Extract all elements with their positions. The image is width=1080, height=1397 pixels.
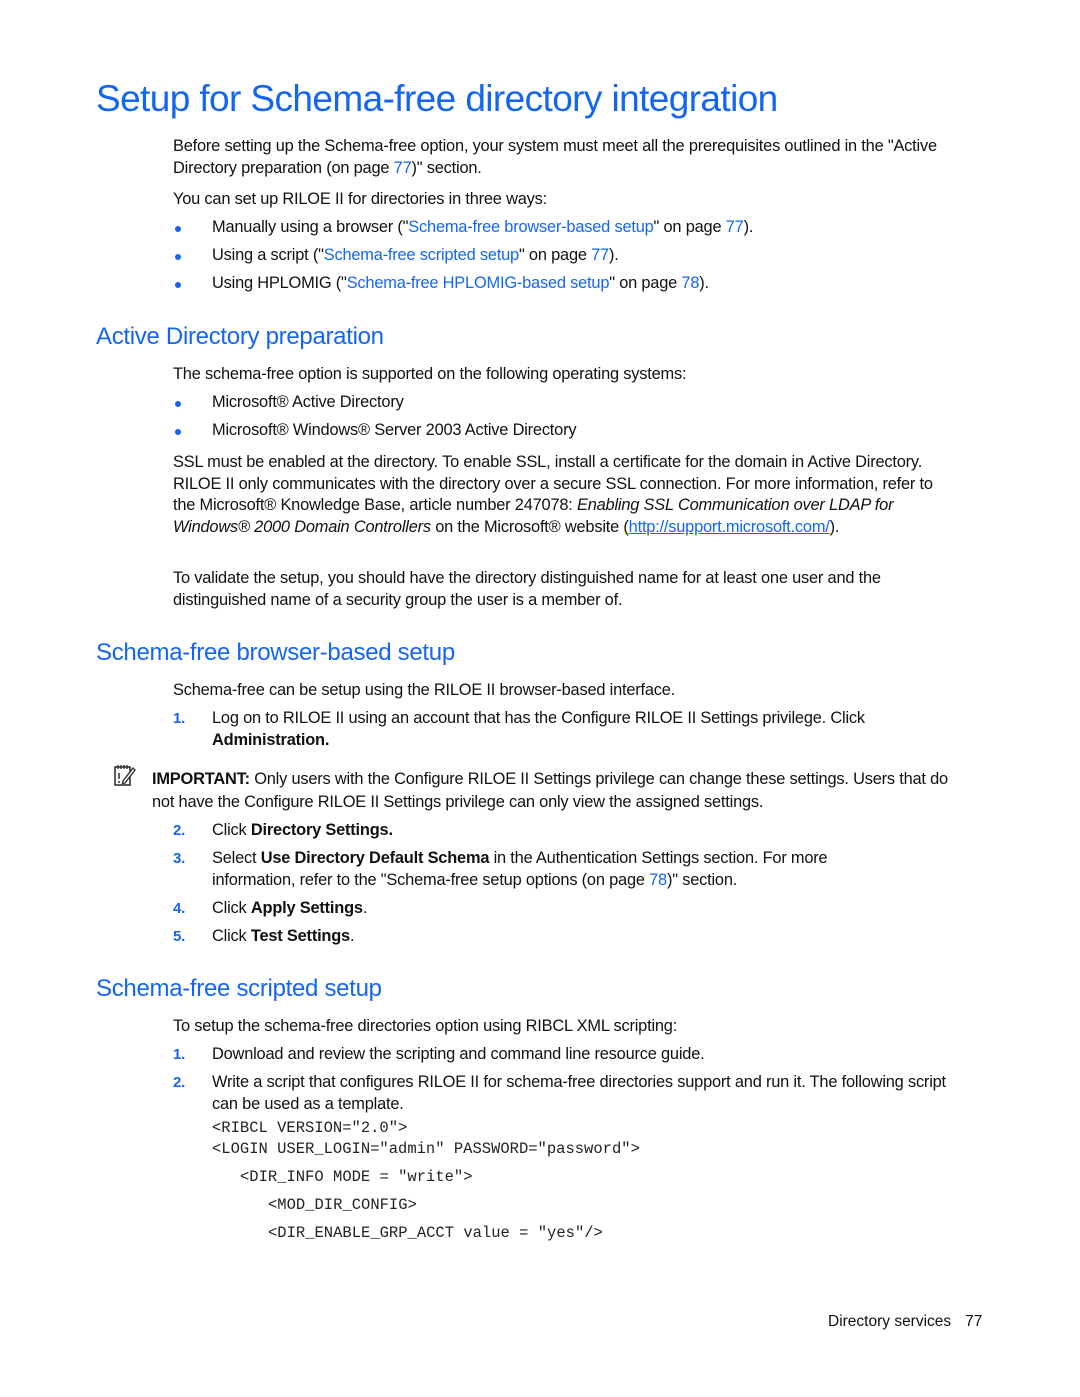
step-text: Click	[212, 927, 251, 945]
step-number: 3.	[173, 850, 186, 867]
cross-reference-link[interactable]: Schema-free HPLOMIG-based setup	[347, 274, 610, 292]
item-text: " on page	[518, 246, 592, 264]
ui-term: Administration.	[212, 730, 330, 749]
code-line: <RIBCL VERSION="2.0">	[212, 1119, 408, 1137]
step-text: )" section.	[666, 870, 738, 889]
page-link[interactable]: 77	[591, 246, 609, 264]
step-text: Click	[212, 821, 251, 839]
item-text: ).	[608, 246, 619, 264]
step-text: Select	[212, 849, 261, 867]
step-text: Log on to RILOE II using an account that…	[212, 709, 865, 727]
ui-term: Use Directory Default Schema	[260, 849, 490, 867]
intro-text: Before setting up the Schema-free option…	[173, 137, 937, 177]
paragraph-text: on the Microsoft® website (	[430, 517, 629, 536]
step-text: Click	[212, 899, 251, 917]
cross-reference-link[interactable]: Schema-free browser-based setup	[408, 218, 653, 236]
item-text: Microsoft® Active Directory	[212, 393, 404, 411]
step-text: .	[349, 927, 355, 945]
item-text: ).	[699, 274, 709, 292]
step-text: Download and review the scripting and co…	[212, 1045, 705, 1063]
step-number: 2.	[173, 1074, 186, 1091]
step-number: 1.	[173, 710, 186, 727]
cross-reference-link[interactable]: Schema-free scripted setup	[324, 246, 519, 264]
ssl-paragraph: SSL must be enabled at the directory. To…	[173, 452, 933, 538]
bullet-icon	[175, 254, 181, 260]
page-footer: Directory services 77	[828, 1313, 982, 1331]
ui-term: Apply Settings	[250, 899, 363, 917]
page-title: Setup for Schema-free directory integrat…	[96, 78, 778, 119]
note-text: Only users with the Configure RILOE II S…	[152, 770, 948, 811]
important-label: IMPORTANT:	[152, 770, 250, 788]
section-heading-ad-preparation: Active Directory preparation	[96, 323, 384, 350]
item-text: " on page	[609, 274, 682, 292]
page-link[interactable]: 77	[394, 159, 412, 177]
microsoft-support-link[interactable]: http://support.microsoft.com/	[629, 518, 830, 536]
paragraph-text: ).	[829, 517, 840, 536]
item-text: ).	[743, 218, 754, 236]
bullet-icon	[175, 401, 181, 407]
ways-intro: You can set up RILOE II for directories …	[173, 190, 547, 208]
section-heading-scripted-setup: Schema-free scripted setup	[96, 975, 382, 1002]
step-number: 5.	[173, 928, 186, 945]
section-heading-browser-setup: Schema-free browser-based setup	[96, 639, 455, 666]
step-number: 4.	[173, 900, 186, 917]
important-note: IMPORTANT: Only users with the Configure…	[152, 768, 972, 814]
page-link[interactable]: 78	[681, 274, 699, 292]
item-text: " on page	[653, 218, 726, 236]
page-number: 77	[965, 1313, 983, 1330]
important-notepad-icon	[114, 765, 136, 786]
code-line: <DIR_INFO MODE = "write">	[240, 1168, 473, 1186]
item-text: Microsoft® Windows® Server 2003 Active D…	[212, 421, 577, 439]
code-line: <DIR_ENABLE_GRP_ACCT value = "yes"/>	[268, 1224, 603, 1242]
item-text: Using a script ("	[212, 246, 324, 264]
bullet-icon	[175, 226, 181, 232]
item-text: Manually using a browser ("	[212, 218, 409, 236]
page-link[interactable]: 78	[649, 871, 667, 889]
footer-section-name: Directory services	[828, 1313, 952, 1330]
code-line: <MOD_DIR_CONFIG>	[268, 1196, 417, 1214]
step-number: 1.	[173, 1046, 186, 1063]
code-line: <LOGIN USER_LOGIN="admin" PASSWORD="pass…	[212, 1140, 640, 1158]
bullet-icon	[175, 429, 181, 435]
bullet-icon	[175, 282, 181, 288]
item-text: Using HPLOMIG ("	[212, 274, 347, 292]
ui-term: Directory Settings.	[250, 821, 393, 839]
os-intro: The schema-free option is supported on t…	[173, 365, 687, 383]
page-link[interactable]: 77	[726, 218, 744, 236]
scripted-intro: To setup the schema-free directories opt…	[173, 1017, 678, 1035]
browser-intro: Schema-free can be setup using the RILOE…	[173, 681, 676, 699]
step-text: Write a script that configures RILOE II …	[212, 1073, 946, 1113]
step-text: .	[362, 899, 368, 917]
step-number: 2.	[173, 822, 186, 839]
validate-paragraph: To validate the setup, you should have t…	[173, 569, 881, 609]
intro-text-end: )" section.	[411, 158, 482, 177]
intro-paragraph: Before setting up the Schema-free option…	[173, 136, 973, 179]
ui-term: Test Settings	[250, 927, 350, 945]
